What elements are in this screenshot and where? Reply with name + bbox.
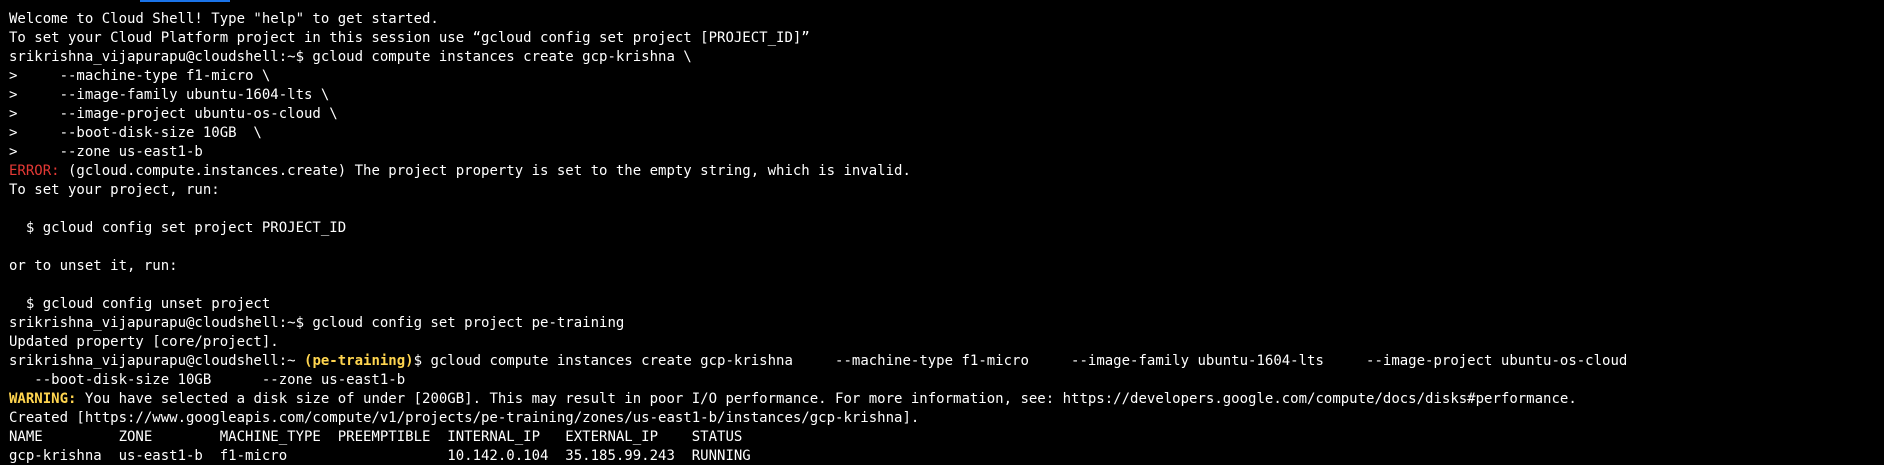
project-hint-line: To set your Cloud Platform project in th… bbox=[9, 30, 810, 46]
continuation-line: > --image-project ubuntu-os-cloud \ bbox=[9, 106, 338, 122]
command-wrap-line: --boot-disk-size 10GB --zone us-east1-b bbox=[9, 372, 406, 388]
output-line: Created [https://www.googleapis.com/comp… bbox=[9, 410, 920, 426]
project-indicator: (pe-training) bbox=[304, 353, 414, 369]
warning-label: WARNING: bbox=[9, 391, 77, 407]
error-label: ERROR: bbox=[9, 163, 60, 179]
command-line: srikrishna_vijapurapu@cloudshell:~$ gclo… bbox=[9, 315, 625, 331]
error-text: (gcloud.compute.instances.create) The pr… bbox=[59, 163, 911, 179]
continuation-line: > --machine-type f1-micro \ bbox=[9, 68, 271, 84]
command-line: srikrishna_vijapurapu@cloudshell:~ (pe-t… bbox=[9, 352, 1884, 371]
continuation-line: > --zone us-east1-b bbox=[9, 144, 203, 160]
table-row: gcp-krishna us-east1-b f1-micro 10.142.0… bbox=[9, 448, 751, 464]
output-line: $ gcloud config unset project bbox=[9, 296, 271, 312]
cloud-shell-terminal[interactable]: Welcome to Cloud Shell! Type "help" to g… bbox=[0, 0, 1884, 465]
output-line: $ gcloud config set project PROJECT_ID bbox=[9, 220, 347, 236]
continuation-line: > --image-family ubuntu-1604-lts \ bbox=[9, 87, 330, 103]
prompt-user: srikrishna_vijapurapu@cloudshell:~ bbox=[9, 353, 305, 369]
table-header: NAME ZONE MACHINE_TYPE PREEMPTIBLE INTER… bbox=[9, 429, 743, 445]
output-line: Updated property [core/project]. bbox=[9, 334, 279, 350]
terminal-output: Welcome to Cloud Shell! Type "help" to g… bbox=[9, 10, 1884, 465]
output-line: or to unset it, run: bbox=[9, 258, 178, 274]
prompt-command: $ gcloud compute instances create gcp-kr… bbox=[413, 353, 1628, 369]
warning-line: WARNING: You have selected a disk size o… bbox=[9, 390, 1884, 409]
output-line: To set your project, run: bbox=[9, 182, 220, 198]
welcome-line: Welcome to Cloud Shell! Type "help" to g… bbox=[9, 11, 439, 27]
warning-text: You have selected a disk size of under [… bbox=[76, 391, 1577, 407]
command-line: srikrishna_vijapurapu@cloudshell:~$ gclo… bbox=[9, 49, 692, 65]
error-line: ERROR: (gcloud.compute.instances.create)… bbox=[9, 162, 1884, 181]
active-tab-indicator bbox=[140, 0, 230, 2]
continuation-line: > --boot-disk-size 10GB \ bbox=[9, 125, 262, 141]
